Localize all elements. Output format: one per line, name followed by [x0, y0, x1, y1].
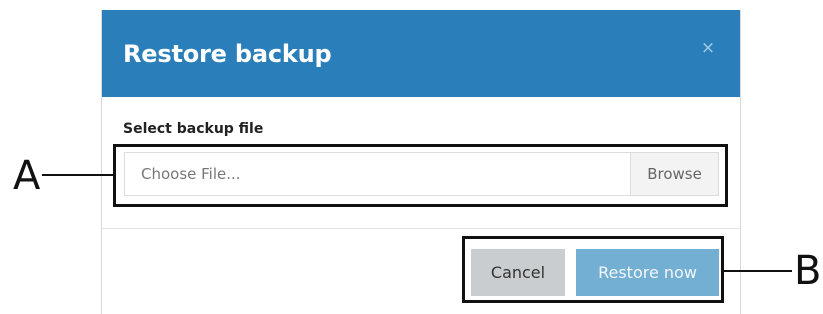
- dialog-title: Restore backup: [123, 40, 332, 68]
- close-icon[interactable]: ×: [698, 38, 718, 58]
- screenshot-stage: Restore backup × Select backup file Choo…: [0, 0, 823, 314]
- callout-line-b: [724, 270, 792, 272]
- cancel-button[interactable]: Cancel: [471, 249, 565, 296]
- footer-divider: [102, 228, 740, 229]
- restore-backup-dialog: Restore backup × Select backup file Choo…: [101, 10, 741, 314]
- callout-line-a: [42, 174, 113, 176]
- select-backup-file-label: Select backup file: [123, 121, 264, 137]
- callout-label-a: A: [13, 153, 41, 199]
- restore-now-button[interactable]: Restore now: [576, 249, 719, 296]
- callout-label-b: B: [794, 248, 822, 294]
- file-placeholder-text: Choose File...: [141, 165, 241, 183]
- dialog-header: Restore backup ×: [102, 10, 740, 97]
- file-picker-input[interactable]: Choose File... Browse: [124, 152, 719, 196]
- browse-button[interactable]: Browse: [630, 153, 718, 195]
